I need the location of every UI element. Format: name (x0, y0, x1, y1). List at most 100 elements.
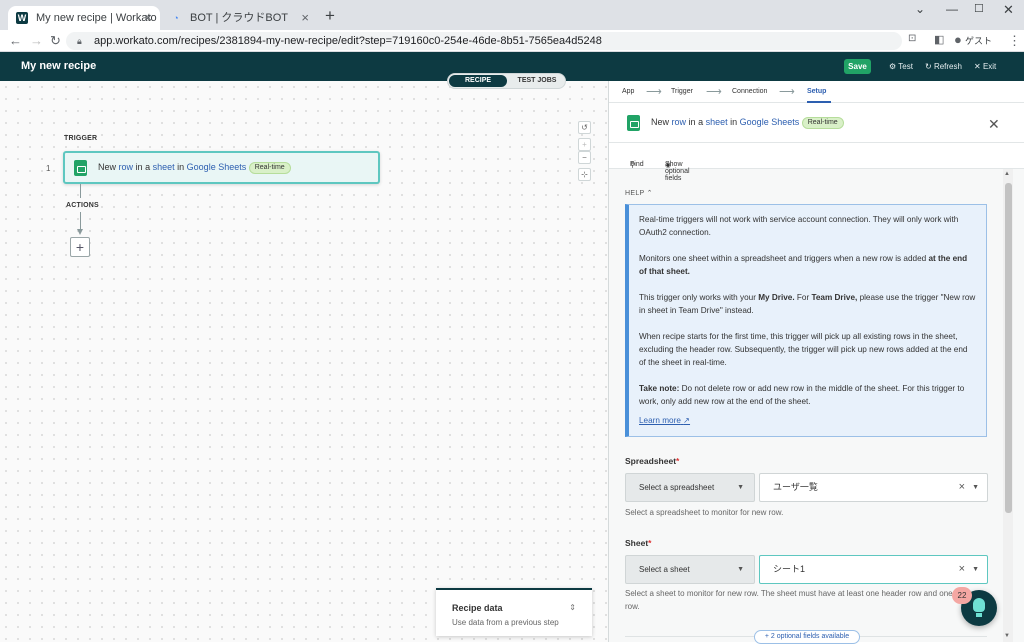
translate-icon[interactable]: ⊡ (908, 33, 916, 44)
realtime-badge: Real-time (248, 162, 291, 174)
caret-down-icon: ▼ (737, 484, 744, 491)
window-close-icon[interactable]: ✕ (1003, 2, 1014, 18)
connector-line (80, 212, 81, 229)
arrow-right-icon: ⟶ (646, 86, 662, 98)
scroll-up-icon[interactable]: ▲ (1004, 171, 1010, 177)
crumb-setup[interactable]: Setup (807, 88, 826, 95)
profile-label[interactable]: ゲスト (965, 34, 992, 47)
help-text: This trigger only works with your (639, 293, 756, 302)
sheet-label-text: Sheet (625, 538, 649, 548)
learn-more-label: Learn more (639, 416, 681, 425)
external-link-icon: ↗ (683, 416, 691, 425)
close-tab-icon[interactable]: × (301, 6, 309, 30)
minimize-icon[interactable]: — (946, 2, 958, 16)
step-header-title: New row in a sheet in Google Sheets Real… (651, 117, 844, 129)
spreadsheet-mode-select[interactable]: Select a spreadsheet ▼ (625, 473, 755, 502)
trigger-step-card[interactable]: New row in a sheet in Google Sheets Real… (63, 151, 380, 184)
sheet-value: シート1 (773, 564, 806, 574)
address-toolbar: ← → ↻ 🔒︎ app.workato.com/recipes/2381894… (0, 30, 1024, 52)
reset-zoom-icon[interactable]: ↺ (578, 121, 591, 134)
step-text-prefix: New (98, 162, 117, 172)
side-panel-icon[interactable]: ◧ (934, 33, 944, 46)
spreadsheet-picker[interactable]: ユーザ一覧 × ▼ (759, 473, 988, 502)
crumb-connection[interactable]: Connection (732, 88, 767, 95)
lock-icon: 🔒︎ (77, 36, 82, 46)
required-marker: * (676, 456, 680, 466)
recipe-data-title: Recipe data (452, 603, 503, 613)
recipe-data-panel[interactable]: Recipe data Use data from a previous ste… (436, 588, 592, 636)
tab-title: My new recipe | Workato (36, 12, 157, 24)
tab-test-jobs[interactable]: TEST JOBS (510, 75, 564, 87)
sheet-hint: Select a sheet to monitor for new row. T… (625, 589, 971, 611)
refresh-label: Refresh (933, 62, 962, 71)
new-tab-button[interactable]: + (325, 6, 335, 26)
help-paragraph: Real-time triggers will not work with se… (639, 215, 959, 237)
refresh-icon: ↻ (925, 62, 934, 71)
add-step-button[interactable]: + (70, 237, 90, 257)
exit-label: Exit (982, 62, 997, 71)
expand-icon[interactable]: ⇕ (569, 603, 576, 612)
workato-favicon-icon: W (16, 12, 28, 24)
exit-button[interactable]: ✕ Exit (974, 62, 996, 71)
tab-cloudbot[interactable]: ◔ BOT | クラウドBOT × (162, 6, 317, 30)
reload-icon[interactable]: ↻ (50, 33, 61, 49)
connector-line (80, 184, 81, 198)
caret-down-icon[interactable]: ▼ (972, 556, 979, 583)
sheet-picker[interactable]: シート1 × ▼ (759, 555, 988, 584)
close-panel-icon[interactable]: ✕ (988, 116, 1000, 133)
header-text-in-a: in a (688, 117, 704, 127)
help-paragraph: Take note: Do not delete row or add new … (639, 382, 976, 408)
tab-workato[interactable]: W My new recipe | Workato × (8, 6, 160, 30)
help-paragraph: When recipe starts for the first time, t… (639, 332, 968, 367)
recipe-data-subtitle: Use data from a previous step (452, 618, 559, 627)
cloudbot-favicon-icon: ◔ (173, 13, 179, 23)
caret-down-icon[interactable]: ▼ (972, 474, 979, 501)
profile-avatar-icon[interactable]: ● (954, 32, 962, 47)
notification-badge: 22 (952, 587, 972, 604)
refresh-button[interactable]: ↻ Refresh (925, 62, 962, 71)
clear-icon[interactable]: × (959, 556, 965, 583)
header-text-in: in (730, 117, 738, 127)
help-paragraph: Monitors one sheet within a spreadsheet … (639, 252, 976, 278)
maximize-icon[interactable]: ☐ (974, 2, 984, 15)
forward-icon[interactable]: → (30, 33, 43, 48)
close-tab-icon[interactable]: × (144, 6, 152, 30)
test-label: Test (898, 62, 913, 71)
scrollbar-thumb[interactable] (1005, 183, 1012, 513)
find-label: Find (630, 161, 644, 168)
back-icon[interactable]: ← (9, 33, 22, 48)
google-sheets-icon (627, 115, 640, 131)
tab-search-chevron-icon[interactable]: ⌄ (915, 2, 925, 16)
step-text-sheet: sheet (152, 162, 175, 172)
url-text: app.workato.com/recipes/2381894-my-new-r… (94, 35, 602, 47)
help-label: HELP (625, 190, 645, 197)
crumb-trigger[interactable]: Trigger (671, 88, 693, 95)
scroll-down-icon[interactable]: ▼ (1004, 633, 1010, 639)
tab-recipe[interactable]: RECIPE (449, 75, 507, 87)
zoom-out-icon[interactable]: − (578, 151, 591, 164)
header-text-app: Google Sheets (739, 117, 800, 127)
help-text-bold: Take note: (639, 384, 680, 393)
help-text: Monitors one sheet within a spreadsheet … (639, 254, 927, 263)
clear-icon[interactable]: × (959, 474, 965, 501)
help-toggle[interactable]: HELP ⌃ (625, 189, 653, 197)
sheet-mode-select[interactable]: Select a sheet ▼ (625, 555, 755, 584)
step-header: New row in a sheet in Google Sheets Real… (609, 103, 1024, 143)
optional-label: Show optional fields (665, 161, 690, 182)
realtime-badge: Real-time (801, 117, 844, 129)
panel-toolbar: ⚲ Find ◉ Show optional fields (609, 143, 1024, 182)
browser-menu-icon[interactable]: ⋮ (1008, 33, 1021, 49)
fit-to-screen-icon[interactable]: ⊹ (578, 168, 591, 181)
header-text-row: row (671, 117, 687, 127)
url-bar[interactable]: 🔒︎ app.workato.com/recipes/2381894-my-ne… (66, 32, 902, 50)
spreadsheet-label-text: Spreadsheet (625, 456, 677, 466)
save-button[interactable]: Save (844, 59, 871, 74)
crumb-app[interactable]: App (622, 88, 634, 95)
recipe-title[interactable]: My new recipe (21, 60, 96, 72)
zoom-in-icon[interactable]: + (578, 138, 591, 151)
step-config-panel: App ⟶ Trigger ⟶ Connection ⟶ Setup New r… (608, 81, 1024, 644)
test-button[interactable]: ⚙ Test (889, 62, 913, 71)
help-text-bold: My Drive. (758, 293, 795, 302)
arrow-right-icon: ⟶ (706, 86, 722, 98)
learn-more-link[interactable]: Learn more ↗ (639, 416, 690, 425)
